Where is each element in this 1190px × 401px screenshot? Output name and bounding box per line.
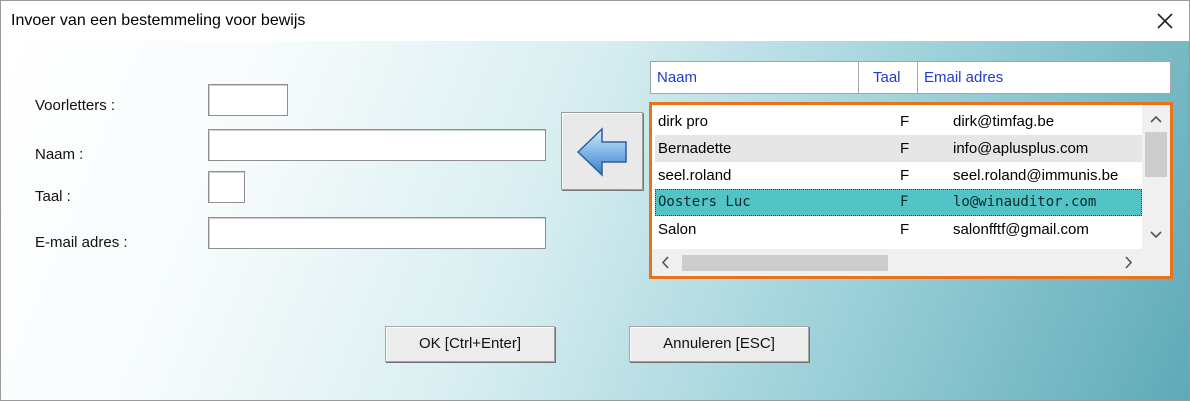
cell-email: dirk@timfag.be xyxy=(953,113,1055,130)
initials-field[interactable] xyxy=(208,84,288,116)
scrollbar-corner xyxy=(1142,249,1170,276)
chevron-left-icon xyxy=(661,256,669,269)
cell-name: Salon xyxy=(658,221,697,238)
scroll-down-button[interactable] xyxy=(1142,222,1170,249)
cell-taal: F xyxy=(900,113,910,130)
recipient-grid: dirk pro F dirk@timfag.be Bernadette F i… xyxy=(649,102,1173,279)
scroll-up-button[interactable] xyxy=(1142,105,1170,132)
close-button[interactable] xyxy=(1153,9,1177,33)
vertical-scrollbar[interactable] xyxy=(1142,105,1170,249)
cell-taal: F xyxy=(900,194,909,210)
initials-label: Voorletters : xyxy=(35,97,116,114)
close-icon xyxy=(1157,13,1173,29)
scroll-left-button[interactable] xyxy=(652,249,680,276)
scroll-right-button[interactable] xyxy=(1114,249,1142,276)
table-row[interactable]: seel.roland F seel.roland@immunis.be xyxy=(655,162,1142,189)
language-label: Taal : xyxy=(35,188,71,205)
chevron-right-icon xyxy=(1125,256,1133,269)
cell-taal: F xyxy=(900,167,910,184)
cell-email: lo@winauditor.com xyxy=(953,194,1097,210)
language-field[interactable] xyxy=(208,171,245,203)
horizontal-scroll-thumb[interactable] xyxy=(682,255,888,271)
name-field[interactable] xyxy=(208,129,546,161)
column-header-email[interactable]: Email adres xyxy=(918,62,1170,93)
name-label: Naam : xyxy=(35,146,84,163)
chevron-up-icon xyxy=(1150,115,1162,123)
dialog-window: Invoer van een bestemmeling voor bewijs … xyxy=(0,0,1190,401)
table-row-selected[interactable]: Oosters Luc F lo@winauditor.com xyxy=(655,189,1142,216)
left-arrow-icon xyxy=(576,127,627,177)
cell-name: Oosters Luc xyxy=(658,194,751,210)
horizontal-scrollbar[interactable] xyxy=(652,249,1142,276)
cancel-button[interactable]: Annuleren [ESC] xyxy=(629,326,809,362)
vertical-scroll-thumb[interactable] xyxy=(1145,132,1167,177)
grid-header: Naam Taal Email adres xyxy=(650,61,1171,94)
cell-email: seel.roland@immunis.be xyxy=(953,167,1119,184)
table-row[interactable]: Bernadette F info@aplusplus.com xyxy=(655,135,1142,162)
cell-email: info@aplusplus.com xyxy=(953,140,1089,157)
email-field[interactable] xyxy=(208,217,546,249)
column-header-taal[interactable]: Taal xyxy=(859,62,918,93)
cell-name: Bernadette xyxy=(658,140,732,157)
table-row[interactable]: dirk pro F dirk@timfag.be xyxy=(655,108,1142,135)
table-row[interactable]: Salon F salonfftf@gmail.com xyxy=(655,216,1142,243)
chevron-down-icon xyxy=(1150,231,1162,239)
cell-name: dirk pro xyxy=(658,113,709,130)
dialog-title: Invoer van een bestemmeling voor bewijs xyxy=(11,12,306,29)
cell-taal: F xyxy=(900,221,910,238)
title-bar: Invoer van een bestemmeling voor bewijs xyxy=(1,1,1189,41)
dialog-body: Voorletters : Naam : Taal : E-mail adres… xyxy=(1,41,1189,400)
cell-email: salonfftf@gmail.com xyxy=(953,221,1089,238)
column-header-naam[interactable]: Naam xyxy=(651,62,859,93)
ok-button[interactable]: OK [Ctrl+Enter] xyxy=(385,326,555,362)
copy-selection-button[interactable] xyxy=(561,112,643,190)
cell-name: seel.roland xyxy=(658,167,732,184)
email-label: E-mail adres : xyxy=(35,234,128,251)
cell-taal: F xyxy=(900,140,910,157)
